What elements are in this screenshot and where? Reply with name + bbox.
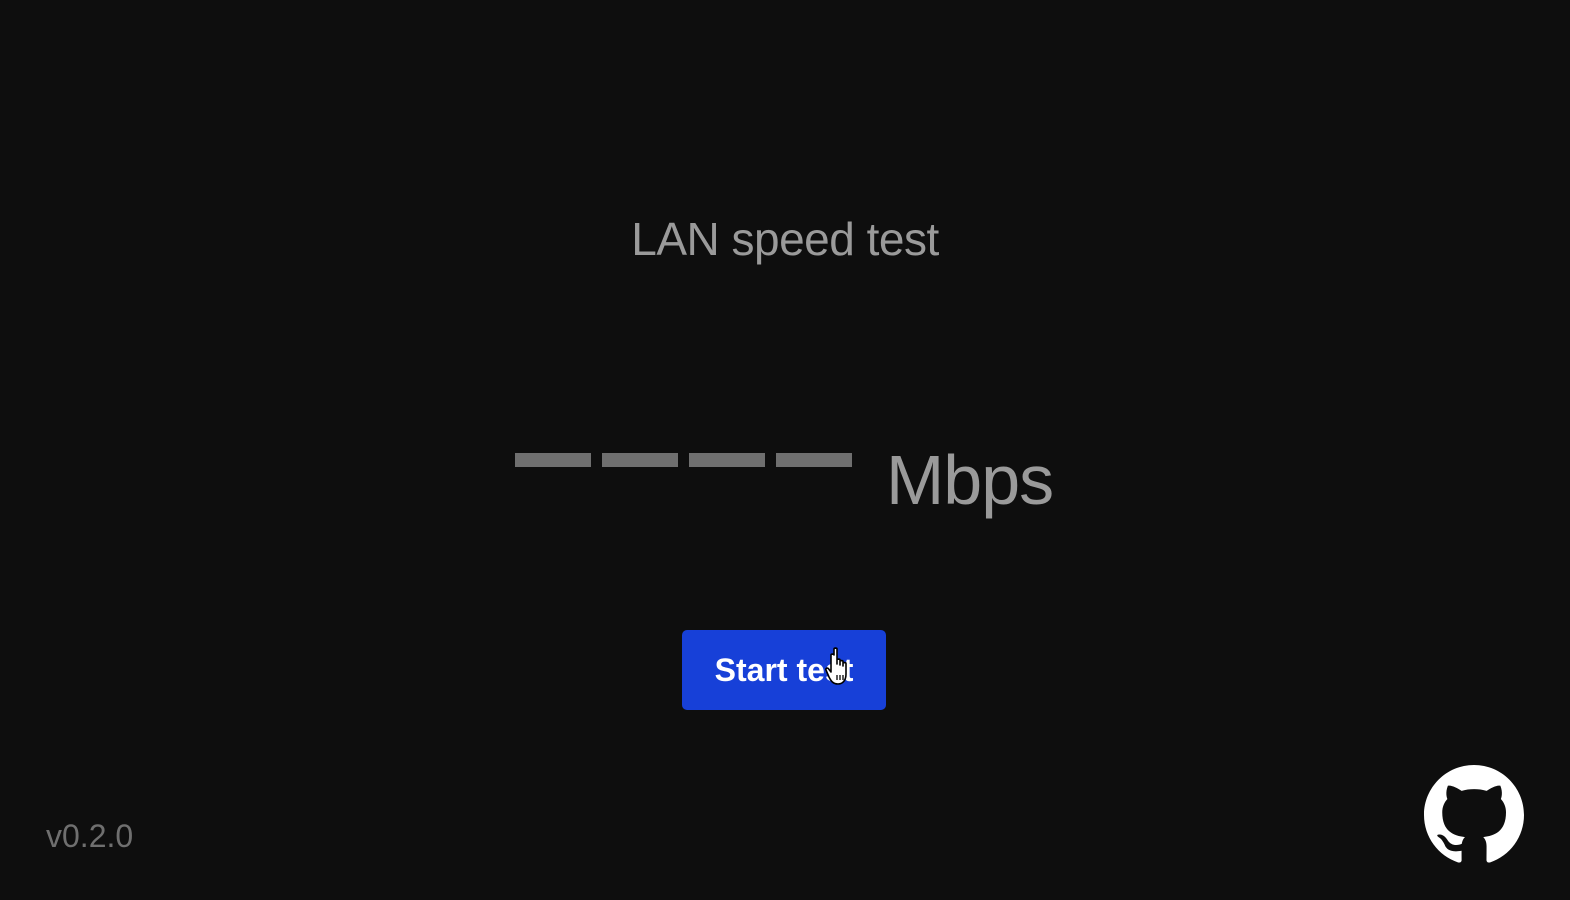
speed-readout: Mbps [0,440,1570,530]
version-label: v0.2.0 [46,818,134,854]
speed-dash [515,453,591,467]
speed-unit: Mbps [886,441,1054,519]
speed-dash [689,453,765,467]
speedtest-page: LAN speed test Mbps Start test v0.2.0 [0,0,1570,900]
start-test-button[interactable]: Start test [682,630,886,710]
speed-dash [602,453,678,467]
page-title: LAN speed test [631,213,939,265]
speed-dash [776,453,852,467]
github-icon[interactable] [1424,765,1524,865]
speed-value-placeholder [515,453,855,467]
